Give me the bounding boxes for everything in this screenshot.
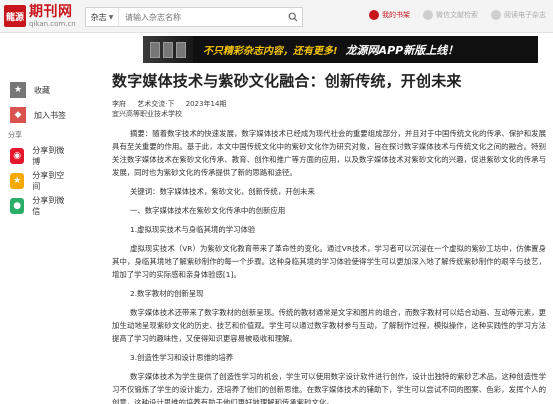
article-paragraph: 数字媒体技术还带来了数字教材的创新呈现。传统的教材通常是文字和图片的组合，而数字…	[112, 308, 546, 343]
magazine-icon	[491, 10, 501, 20]
share-title: 分享	[8, 131, 22, 139]
share-qzone-button[interactable]: ★ 分享到空间	[0, 171, 68, 191]
search-input[interactable]	[119, 8, 284, 26]
bookmark-icon: ◆	[10, 107, 26, 123]
logo-mark: 龍源	[4, 5, 26, 27]
search-doc-icon	[423, 10, 433, 20]
subsection-heading: 3.创造性学习和设计思维的培养	[130, 353, 234, 362]
literature-search-link[interactable]: 微信文献检索	[423, 10, 478, 20]
chevron-down-icon: ▼	[108, 13, 114, 21]
banner-highlight: 龙源网APP新版上线！	[345, 43, 459, 57]
article-title: 数字媒体技术与紫砂文化融合：创新传统，开创未来	[112, 72, 462, 90]
literature-search-label: 微信文献检索	[436, 11, 478, 19]
site-logo[interactable]: 龍源 期刊网 qikan.com.cn	[4, 5, 76, 29]
share-weibo-button[interactable]: ◉ 分享到微博	[0, 146, 68, 166]
share-weibo-label: 分享到微博	[32, 146, 65, 166]
share-wechat-label: 分享到微信	[32, 196, 65, 216]
share-wechat-button[interactable]: ● 分享到微信	[0, 196, 68, 216]
app-promo-banner[interactable]: 不只精彩杂志内容，还有更多! 龙源网APP新版上线！	[143, 36, 538, 63]
article-organization: 宜兴高等职业技术学校	[112, 110, 182, 118]
bookmark-label: 加入书签	[34, 110, 66, 120]
article-toolbar: ★ 收藏 ◆ 加入书签 分享 ◉ 分享到微博 ★ 分享到空间 ● 分享到微信	[0, 80, 68, 221]
article-body: 数字媒体技术与紫砂文化融合：创新传统，开创未来 李府 艺术交流·下 2023年1…	[112, 70, 546, 404]
weibo-icon: ◉	[10, 148, 25, 164]
wechat-icon: ●	[10, 198, 25, 214]
user-icon	[369, 10, 379, 20]
e-magazine-label: 阅读电子杂志	[504, 11, 546, 19]
search-button[interactable]	[284, 8, 302, 26]
bookmark-button[interactable]: ◆ 加入书签	[0, 105, 68, 125]
article-journal[interactable]: 艺术交流·下	[137, 100, 174, 108]
article-issue[interactable]: 2023年14期	[186, 100, 227, 108]
article-keywords: 关键词：数字媒体技术，紫砂文化，创新传统，开创未来	[130, 187, 315, 196]
subsection-heading: 2.数字教材的创新呈现	[130, 289, 204, 298]
article-author[interactable]: 李府	[112, 100, 126, 108]
e-magazine-link[interactable]: 阅读电子杂志	[491, 10, 546, 20]
subsection-heading: 1.虚拟现实技术与身临其境的学习体验	[130, 225, 256, 234]
search-bar: 杂志 ▼	[85, 7, 303, 27]
logo-domain: qikan.com.cn	[29, 20, 76, 28]
my-library-label: 我的书架	[382, 11, 410, 19]
my-library-link[interactable]: 我的书架	[369, 10, 410, 20]
collect-button[interactable]: ★ 收藏	[0, 80, 68, 100]
article-paragraph: 虚拟现实技术（VR）为紫砂文化教育带来了革命性的变化。通过VR技术，学习者可以沉…	[112, 244, 546, 279]
logo-name: 期刊网	[29, 4, 73, 20]
article-meta: 李府 艺术交流·下 2023年14期	[112, 99, 546, 109]
banner-magazines-image	[143, 36, 193, 63]
search-category-select[interactable]: 杂志 ▼	[86, 8, 119, 26]
top-header: 龍源 期刊网 qikan.com.cn 杂志 ▼ 我的书架 微信文献检索 阅读电…	[0, 0, 553, 33]
article-paragraph: 数字媒体技术为学生提供了创造性学习的机会，学生可以使用数字设计软件进行创作，设计…	[112, 372, 546, 404]
article-abstract: 摘要：随着数字技术的快速发展，数字媒体技术已经成为现代社会的重要组成部分，并且对…	[112, 129, 546, 177]
collect-label: 收藏	[34, 85, 50, 95]
share-qzone-label: 分享到空间	[32, 171, 65, 191]
search-icon	[288, 12, 298, 22]
section-heading: 一、数字媒体技术在紫砂文化传承中的创新应用	[130, 206, 286, 215]
star-icon: ★	[10, 82, 26, 98]
search-category-label: 杂志	[90, 12, 107, 22]
banner-text: 不只精彩杂志内容，还有更多!	[203, 46, 338, 57]
qzone-star-icon: ★	[10, 173, 25, 189]
